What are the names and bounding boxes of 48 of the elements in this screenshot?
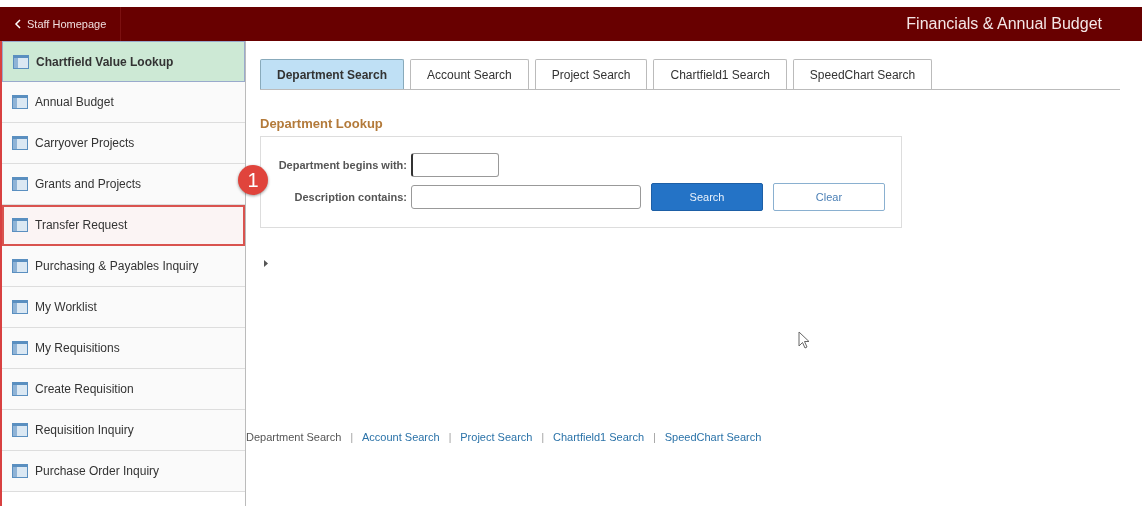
sidebar-item[interactable]: Chartfield Value Lookup bbox=[2, 41, 245, 82]
page-icon bbox=[13, 54, 29, 69]
tab[interactable]: Project Search bbox=[534, 59, 648, 89]
sidebar-item[interactable]: My Worklist bbox=[2, 287, 245, 328]
cursor-icon bbox=[798, 331, 810, 349]
sidebar-item[interactable]: Annual Budget bbox=[2, 82, 245, 123]
separator: | bbox=[653, 431, 656, 443]
section-title: Department Lookup bbox=[260, 116, 384, 131]
sidebar-item[interactable]: My Requisitions bbox=[2, 328, 245, 369]
tab[interactable]: SpeedChart Search bbox=[792, 59, 933, 89]
clear-button[interactable]: Clear bbox=[773, 183, 885, 211]
sidebar-item[interactable]: Carryover Projects bbox=[2, 123, 245, 164]
page-icon bbox=[12, 136, 28, 150]
footer-link[interactable]: Department Search bbox=[246, 431, 342, 443]
expand-icon[interactable] bbox=[264, 260, 268, 267]
field-label: Description contains: bbox=[293, 191, 408, 203]
footer-link[interactable]: Project Search bbox=[460, 431, 533, 443]
page-icon bbox=[12, 218, 28, 232]
page-icon bbox=[12, 177, 28, 191]
sidebar-item[interactable]: Purchase Order Inquiry bbox=[2, 451, 245, 492]
separator: | bbox=[448, 431, 452, 443]
page-icon bbox=[12, 464, 28, 478]
page-icon bbox=[12, 341, 28, 355]
tab[interactable]: Chartfield1 Search bbox=[653, 59, 787, 89]
page-icon bbox=[12, 423, 28, 437]
sidebar-item[interactable]: Create Requisition bbox=[2, 369, 245, 410]
page-icon bbox=[12, 382, 28, 396]
sidebar-item[interactable]: Requisition Inquiry bbox=[2, 410, 245, 451]
chevron-left-icon bbox=[14, 19, 21, 29]
step-badge: 1 bbox=[238, 165, 268, 195]
tab[interactable]: Account Search bbox=[410, 59, 529, 89]
search-button[interactable]: Search bbox=[651, 183, 763, 211]
sidebar-item[interactable]: Grants and Projects bbox=[2, 164, 245, 205]
sidebar-item[interactable]: Transfer Request bbox=[2, 205, 245, 246]
separator: | bbox=[541, 431, 545, 443]
footer-link[interactable]: SpeedChart Search bbox=[664, 431, 762, 443]
tab[interactable]: Department Search bbox=[260, 59, 405, 89]
page-icon bbox=[12, 300, 28, 314]
sidebar-item[interactable]: Purchasing & Payables Inquiry bbox=[2, 246, 245, 287]
page-icon bbox=[12, 95, 28, 109]
footer-link[interactable]: Chartfield1 Search bbox=[553, 431, 645, 443]
input-field[interactable] bbox=[411, 185, 641, 209]
input-field[interactable] bbox=[411, 153, 499, 177]
page-icon bbox=[12, 259, 28, 273]
app-title: Financials & Annual Budget bbox=[906, 15, 1103, 33]
field-label: Department begins with: bbox=[277, 159, 408, 171]
footer-link[interactable]: Account Search bbox=[362, 431, 440, 443]
separator: | bbox=[350, 431, 353, 443]
